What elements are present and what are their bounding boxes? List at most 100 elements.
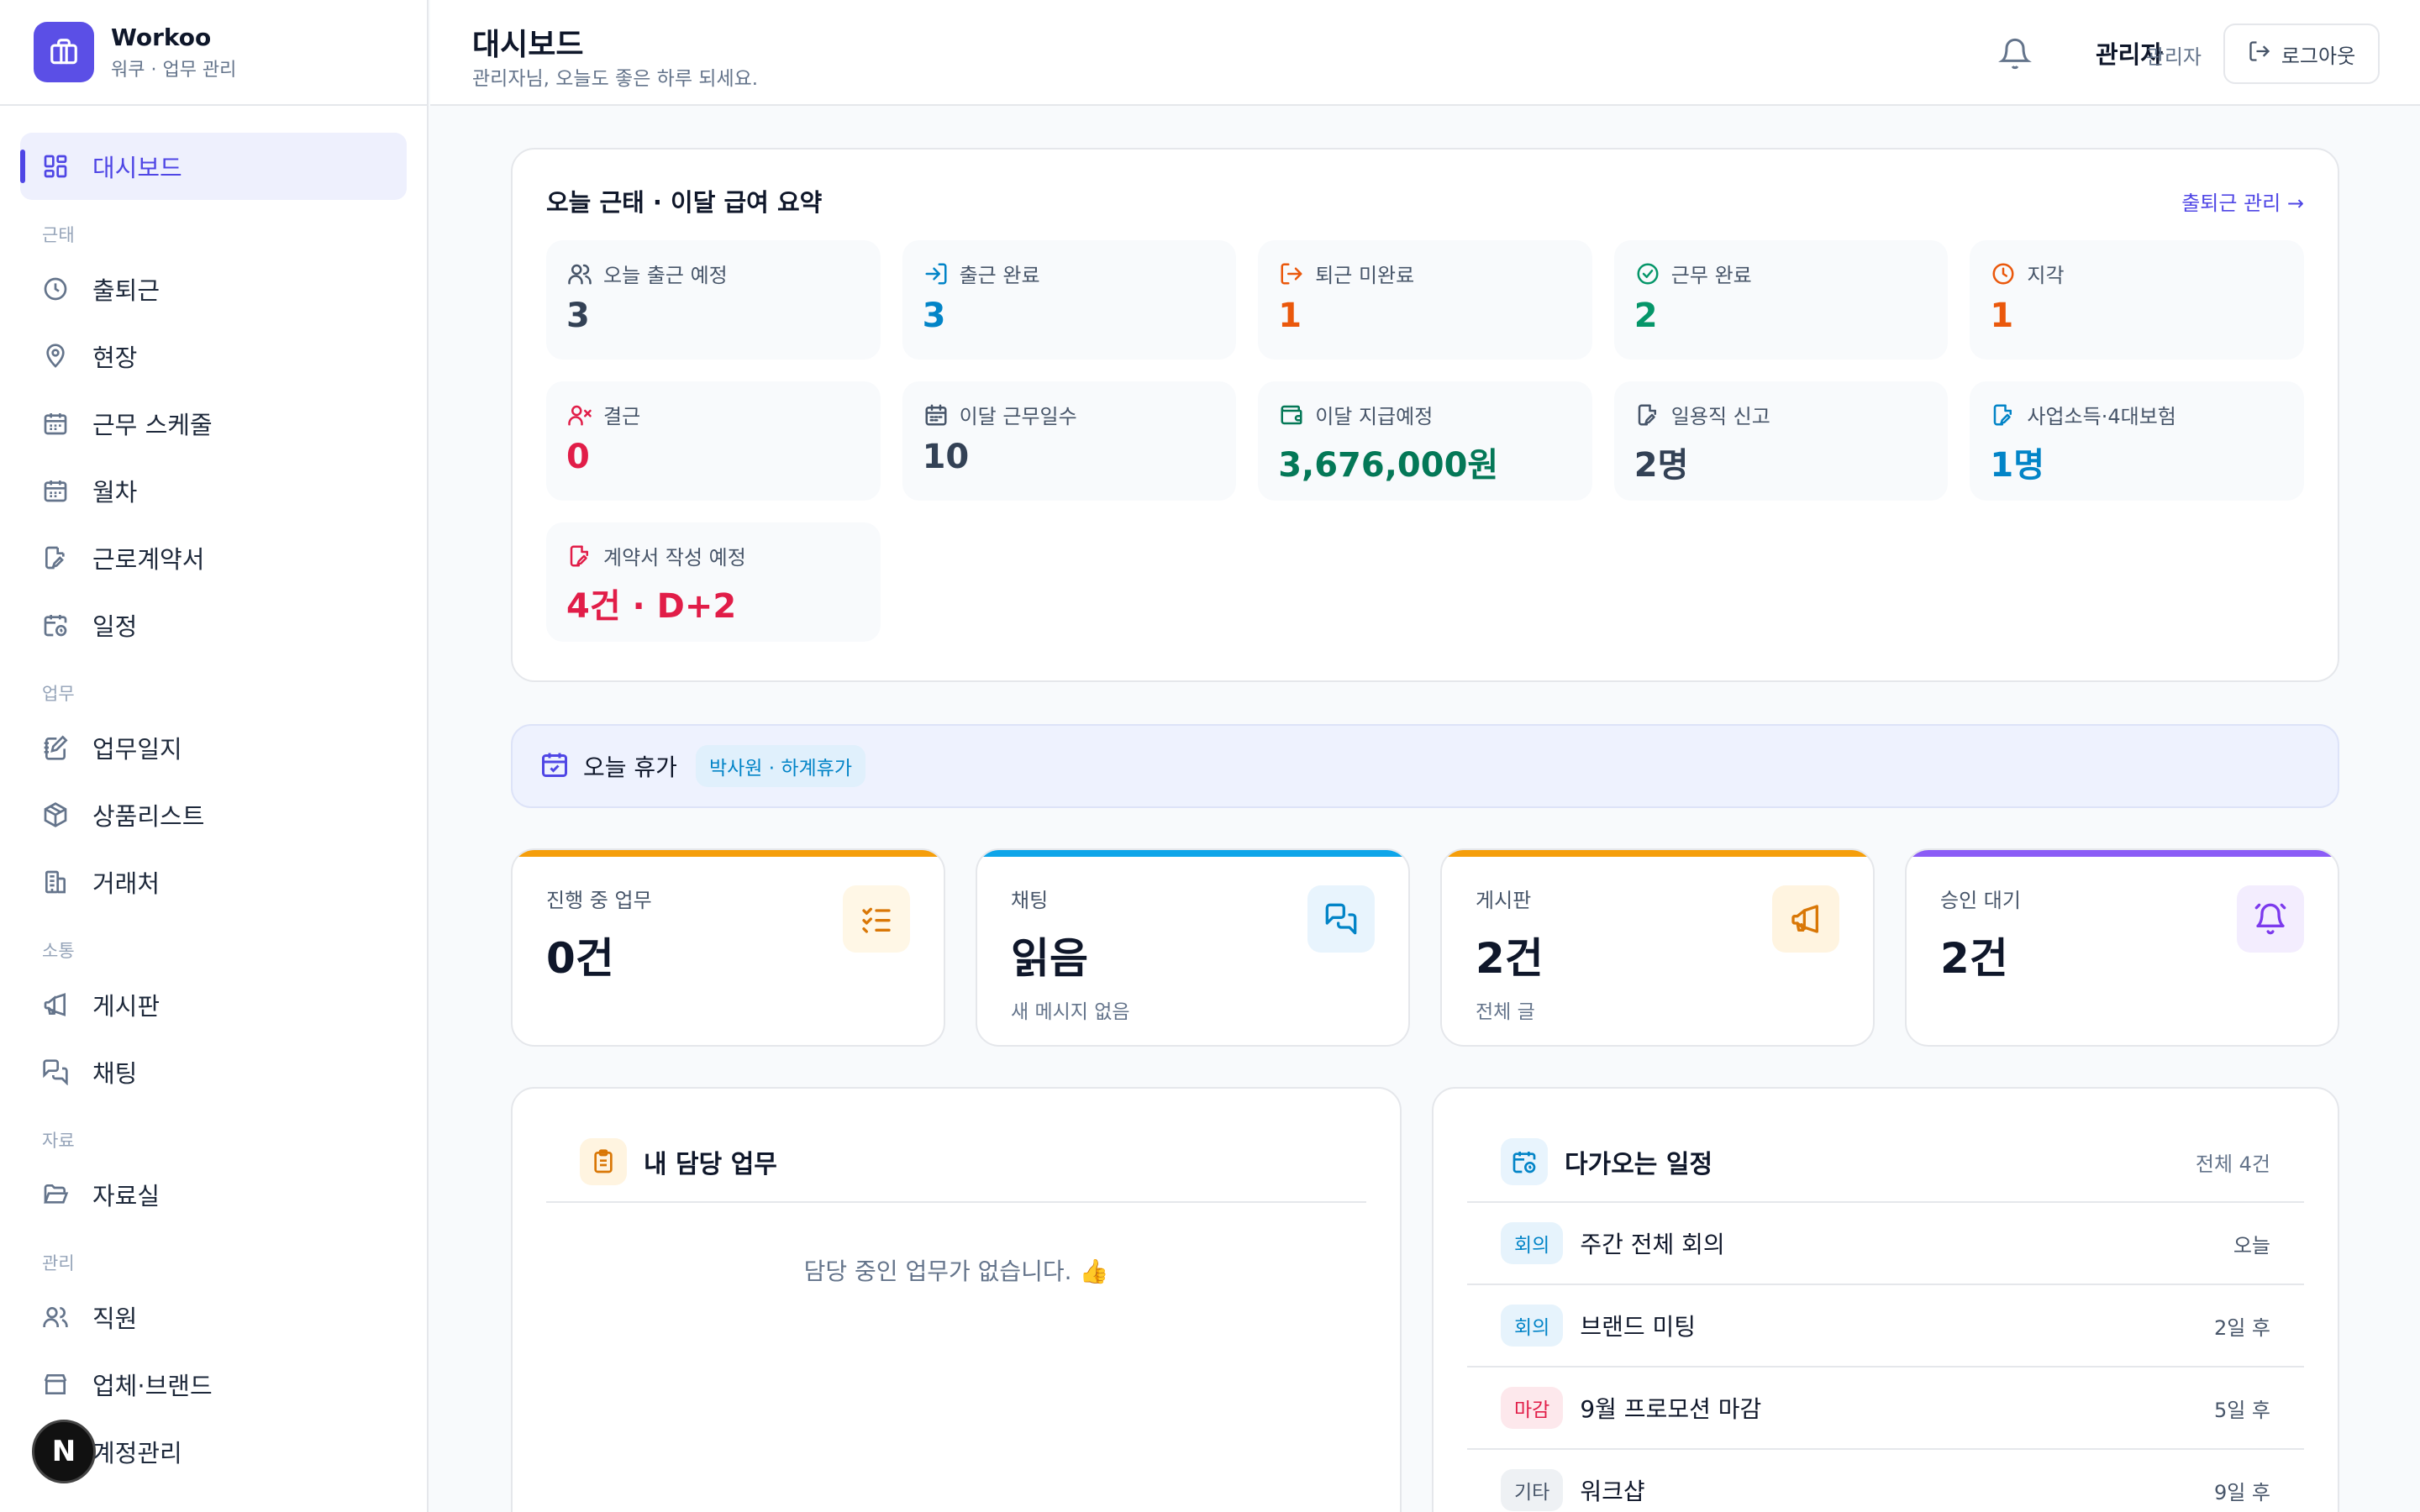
stat-label: 이달 지급예정 (1278, 400, 1572, 429)
logout-icon (1278, 260, 1305, 287)
stat-label-text: 출근 완료 (959, 264, 1040, 287)
logout-button[interactable]: 로그아웃 (2223, 24, 2380, 84)
stat-label-text: 근무 완료 (1670, 264, 1752, 287)
sidebar-item-label: 자료실 (92, 1182, 160, 1210)
sidebar-item-label: 대시보드 (92, 154, 182, 182)
sidebar-item-label: 업무일지 (92, 735, 182, 764)
calendar-days-icon (40, 475, 71, 506)
kpi-sub: 새 메시지 없음 (1011, 1001, 1130, 1023)
sidebar-item-board[interactable]: 게시판 (20, 971, 407, 1038)
brand[interactable]: Workoo 워쿠 · 업무 관리 (0, 0, 427, 106)
notebook-pen-icon (40, 732, 71, 763)
sidebar-item-dashboard[interactable]: 대시보드 (20, 133, 407, 200)
event-row[interactable]: 기타 워크샵 9일 후 (1467, 1450, 2304, 1512)
commute-manage-link[interactable]: 출퇴근 관리 → (2181, 186, 2304, 216)
stat-card[interactable]: 출근 완료 3 (902, 240, 1237, 360)
megaphone-icon (40, 990, 71, 1020)
stat-label-text: 계약서 작성 예정 (603, 546, 746, 570)
sidebar-item-label: 근로계약서 (92, 545, 205, 574)
my-tasks-panel: 내 담당 업무 담당 중인 업무가 없습니다. 👍 (511, 1087, 1402, 1512)
sidebar-item-label: 상품리스트 (92, 802, 205, 831)
stat-card[interactable]: 근무 완료 2 (1613, 240, 1949, 360)
sidebar-nav: 대시보드 근태 출퇴근 현장 근무 스케줄 월차 근로계약서 일정 업무 업무일… (0, 106, 427, 1485)
stats-grid: 오늘 출근 예정 3 출근 완료 3 퇴근 미완료 1 근무 완료 2 지각 1 결근 0 이달 근무일… (546, 240, 2304, 642)
sidebar-item-worklog[interactable]: 업무일지 (20, 714, 407, 781)
kpi-accent-bar (1907, 850, 2338, 857)
stat-card[interactable]: 사업소득·4대보험 1명 (1970, 381, 2304, 501)
event-title: 브랜드 미팅 (1580, 1313, 1697, 1341)
stat-value: 1 (1278, 297, 1302, 335)
kpi-accent-bar (1442, 850, 1873, 857)
sidebar-item-calendar[interactable]: 일정 (20, 591, 407, 659)
event-row[interactable]: 회의 브랜드 미팅 2일 후 (1467, 1285, 2304, 1368)
stat-card[interactable]: 일용직 신고 2명 (1613, 381, 1949, 501)
sidebar-item-files[interactable]: 자료실 (20, 1161, 407, 1228)
sidebar-item-staff[interactable]: 직원 (20, 1284, 407, 1351)
stat-label-text: 이달 근무일수 (959, 405, 1077, 428)
checklist-icon (843, 885, 910, 953)
sidebar-item-schedule[interactable]: 근무 스케줄 (20, 390, 407, 457)
sidebar-item-label: 월차 (92, 478, 138, 507)
event-row[interactable]: 마감 9월 프로모션 마감 5일 후 (1467, 1368, 2304, 1450)
login-icon (923, 260, 950, 287)
briefcase-icon (34, 22, 94, 82)
stat-card[interactable]: 퇴근 미완료 1 (1258, 240, 1592, 360)
stat-card[interactable]: 계약서 작성 예정 4건 · D+2 (546, 522, 881, 642)
bell-icon[interactable] (1998, 37, 2032, 71)
sidebar-item-commute[interactable]: 출퇴근 (20, 255, 407, 323)
sidebar-item-leave[interactable]: 월차 (20, 457, 407, 524)
sidebar-item-clients[interactable]: 거래처 (20, 848, 407, 916)
sidebar: Workoo 워쿠 · 업무 관리 대시보드 근태 출퇴근 현장 근무 스케줄 … (0, 0, 429, 1512)
kpi-cards: 진행 중 업무 0건 채팅 읽음 새 메시지 없음 게시판 2건 전체 글 승인 대기 2건 (511, 848, 2339, 1047)
kpi-card[interactable]: 승인 대기 2건 (1905, 848, 2339, 1047)
upcoming-count[interactable]: 전체 4건 (2196, 1147, 2304, 1177)
stat-value: 3 (566, 297, 590, 335)
sidebar-item-label: 출퇴근 (92, 276, 160, 305)
stat-card[interactable]: 결근 0 (546, 381, 881, 501)
stat-card[interactable]: 이달 근무일수 10 (902, 381, 1237, 501)
stat-value: 2 (1634, 297, 1658, 335)
sidebar-item-chat[interactable]: 채팅 (20, 1038, 407, 1105)
event-title: 9월 프로모션 마감 (1580, 1395, 1762, 1423)
sidebar-item-products[interactable]: 상품리스트 (20, 781, 407, 848)
sidebar-item-contract[interactable]: 근로계약서 (20, 524, 407, 591)
sidebar-item-label: 업체·브랜드 (92, 1372, 213, 1400)
dev-tools-button[interactable]: N (32, 1420, 96, 1483)
stat-value: 1명 (1990, 446, 2045, 485)
stat-label-text: 오늘 출근 예정 (603, 264, 728, 287)
stat-value: 2명 (1634, 446, 1689, 485)
summary-title: 오늘 근태 · 이달 급여 요약 (546, 188, 823, 217)
event-when: 9일 후 (2213, 1480, 2270, 1504)
stat-value: 3 (922, 297, 946, 335)
sidebar-item-brands[interactable]: 업체·브랜드 (20, 1351, 407, 1418)
nav-group-admin: 관리 (42, 1253, 75, 1273)
page-title: 대시보드 (472, 28, 584, 62)
event-tag: 기타 (1501, 1469, 1564, 1511)
bottom-panels: 내 담당 업무 담당 중인 업무가 없습니다. 👍 다가오는 일정 전체 4건 … (511, 1087, 2339, 1512)
stat-value: 10 (922, 438, 970, 476)
check-circle-icon (1634, 260, 1661, 287)
kpi-card[interactable]: 진행 중 업무 0건 (511, 848, 945, 1047)
sidebar-item-label: 일정 (92, 612, 138, 641)
kpi-card[interactable]: 게시판 2건 전체 글 (1440, 848, 1875, 1047)
event-title: 주간 전체 회의 (1580, 1231, 1725, 1258)
building-icon (40, 867, 71, 897)
sidebar-item-label: 계정관리 (92, 1439, 182, 1467)
logout-icon (2248, 39, 2271, 68)
attendance-summary-card: 오늘 근태 · 이달 급여 요약 출퇴근 관리 → 오늘 출근 예정 3 출근 완료… (511, 148, 2339, 682)
stat-card[interactable]: 오늘 출근 예정 3 (546, 240, 881, 360)
nav-group-comm: 소통 (42, 941, 75, 961)
my-tasks-title: 내 담당 업무 (644, 1150, 777, 1179)
stat-label: 퇴근 미완료 (1278, 259, 1572, 288)
stat-card[interactable]: 이달 지급예정 3,676,000원 (1258, 381, 1592, 501)
stat-card[interactable]: 지각 1 (1970, 240, 2304, 360)
kpi-sub: 전체 글 (1476, 1001, 1535, 1023)
event-row[interactable]: 회의 주간 전체 회의 오늘 (1467, 1203, 2304, 1285)
stat-label: 계약서 작성 예정 (566, 541, 860, 570)
sidebar-item-site[interactable]: 현장 (20, 323, 407, 390)
kpi-accent-bar (513, 850, 944, 857)
kpi-card[interactable]: 채팅 읽음 새 메시지 없음 (976, 848, 1410, 1047)
stat-label-text: 결근 (603, 405, 641, 428)
sidebar-item-label: 근무 스케줄 (92, 411, 213, 439)
stat-label-text: 일용직 신고 (1670, 405, 1770, 428)
